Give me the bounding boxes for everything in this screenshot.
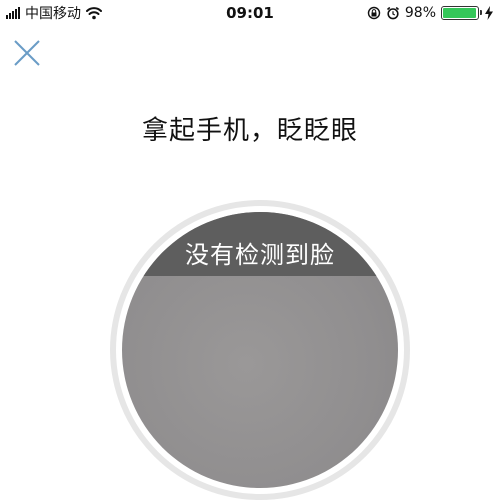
alarm-icon xyxy=(386,6,399,20)
face-scan-preview: 没有检测到脸 xyxy=(122,212,398,488)
orientation-lock-icon xyxy=(367,6,381,20)
status-bar: 中国移动 09:01 98% xyxy=(0,0,500,26)
scan-status-message: 没有检测到脸 xyxy=(185,241,335,269)
battery-icon xyxy=(441,6,482,20)
battery-percent: 98% xyxy=(404,5,436,21)
scan-status-banner: 没有检测到脸 xyxy=(122,212,398,276)
page-title: 拿起手机，眨眨眼 xyxy=(141,116,358,146)
charging-icon xyxy=(485,6,493,20)
close-button[interactable] xyxy=(12,38,42,68)
status-bar-right: 98% xyxy=(367,4,494,22)
battery-level-fill xyxy=(443,8,477,18)
close-icon xyxy=(14,40,40,66)
